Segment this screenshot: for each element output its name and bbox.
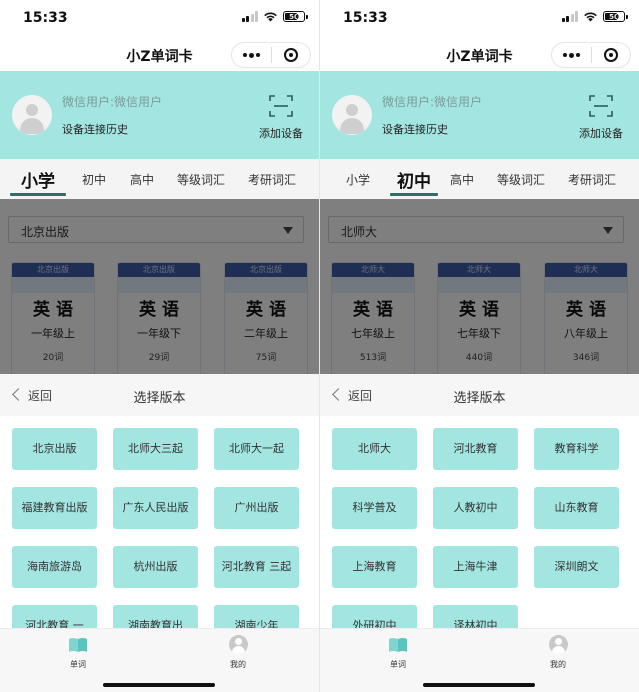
device-history-link[interactable]: 设备连接历史 bbox=[382, 121, 448, 137]
level-tabs: 小学 初中 高中 等级词汇 考研词汇 bbox=[320, 159, 639, 199]
miniprogram-capsule bbox=[231, 42, 311, 68]
edition-option[interactable]: 山东教育 bbox=[534, 487, 619, 529]
user-name: 微信用户:微信用户 bbox=[62, 95, 163, 109]
tab-4[interactable]: 考研词汇 bbox=[558, 159, 626, 199]
edition-option[interactable]: 湖南教育出 bbox=[113, 605, 198, 628]
book-icon bbox=[389, 638, 407, 652]
avatar bbox=[12, 95, 52, 135]
edition-option[interactable]: 杭州出版 bbox=[113, 546, 198, 588]
cellular-signal-icon bbox=[561, 11, 578, 22]
user-icon bbox=[549, 635, 568, 654]
sheet-title: 选择版本 bbox=[453, 391, 506, 406]
user-header: 微信用户:微信用户 设备连接历史 添加设备 bbox=[0, 71, 319, 159]
modal-overlay[interactable] bbox=[0, 199, 319, 374]
bottom-tab-bar: 单词 我的 bbox=[0, 628, 319, 692]
tabbar-me-label: 我的 bbox=[230, 660, 246, 669]
edition-option[interactable]: 北师大三起 bbox=[113, 428, 198, 470]
avatar bbox=[332, 95, 372, 135]
edition-option[interactable]: 海南旅游岛 bbox=[12, 546, 97, 588]
tab-0[interactable]: 小学 bbox=[330, 159, 386, 199]
edition-options: 北京出版 北师大三起 北师大一起福建教育出版 广东人民出版 广州出版海南旅游岛 杭州出版河… bbox=[0, 416, 319, 628]
edition-option[interactable]: 北京出版 bbox=[12, 428, 97, 470]
battery-level: 50 bbox=[609, 12, 619, 21]
book-icon bbox=[69, 638, 87, 652]
edition-option[interactable]: 河北教育 三起 bbox=[214, 546, 299, 588]
sheet-header: 返回 选择版本 bbox=[0, 374, 319, 416]
more-options-icon[interactable] bbox=[232, 43, 271, 67]
edition-option[interactable]: 福建教育出版 bbox=[12, 487, 97, 529]
more-options-icon[interactable] bbox=[552, 43, 591, 67]
edition-option[interactable]: 湖南少年 bbox=[214, 605, 299, 628]
tabbar-me[interactable]: 我的 bbox=[208, 635, 268, 669]
tab-3[interactable]: 等级词汇 bbox=[488, 159, 554, 199]
tabbar-words[interactable]: 单词 bbox=[368, 635, 428, 669]
edition-option[interactable]: 广东人民出版 bbox=[113, 487, 198, 529]
add-device-button[interactable]: 添加设备 bbox=[579, 125, 623, 141]
wifi-icon bbox=[584, 12, 597, 22]
tabbar-words-label: 单词 bbox=[70, 660, 86, 669]
edition-options: 北师大 河北教育 教育科学科学普及 人教初中 山东教育上海教育 上海牛津 深圳朗文外研初中译… bbox=[320, 416, 639, 628]
tab-2[interactable]: 高中 bbox=[120, 159, 164, 199]
cellular-signal-icon bbox=[241, 11, 258, 22]
edition-option[interactable]: 北师大一起 bbox=[214, 428, 299, 470]
tabbar-me[interactable]: 我的 bbox=[528, 635, 588, 669]
battery-icon: 50 bbox=[283, 11, 308, 22]
status-time: 15:33 bbox=[343, 10, 388, 26]
edition-option[interactable]: 河北教育 bbox=[433, 428, 518, 470]
screen-primary-school: 15:33 50 小Z单词卡 微信用户:微信用户 设备连接历史 添加设备 小学 … bbox=[0, 0, 319, 692]
status-icons: 50 bbox=[561, 11, 628, 22]
scan-icon[interactable] bbox=[269, 95, 293, 117]
active-tab-indicator bbox=[390, 193, 438, 196]
edition-option[interactable]: 河北教育 一 bbox=[12, 605, 97, 628]
tabbar-words-label: 单词 bbox=[390, 660, 406, 669]
add-device-button[interactable]: 添加设备 bbox=[259, 125, 303, 141]
status-bar: 15:33 50 bbox=[320, 0, 639, 38]
modal-overlay[interactable] bbox=[320, 199, 639, 374]
home-indicator bbox=[423, 683, 535, 687]
edition-option[interactable]: 外研初中 bbox=[332, 605, 417, 628]
bottom-tab-bar: 单词 我的 bbox=[320, 628, 639, 692]
status-icons: 50 bbox=[241, 11, 308, 22]
tab-3[interactable]: 等级词汇 bbox=[168, 159, 234, 199]
home-indicator bbox=[103, 683, 215, 687]
wifi-icon bbox=[264, 12, 277, 22]
user-icon bbox=[229, 635, 248, 654]
close-miniprogram-icon[interactable] bbox=[592, 43, 630, 67]
scan-icon[interactable] bbox=[589, 95, 613, 117]
edition-option[interactable]: 上海教育 bbox=[332, 546, 417, 588]
screen-junior-school: 15:33 50 小Z单词卡 微信用户:微信用户 设备连接历史 添加设备 小学 … bbox=[320, 0, 639, 692]
edition-option[interactable]: 译林初中 bbox=[433, 605, 518, 628]
nav-bar: 小Z单词卡 bbox=[0, 38, 319, 71]
user-name: 微信用户:微信用户 bbox=[382, 95, 483, 109]
edition-option[interactable]: 教育科学 bbox=[534, 428, 619, 470]
edition-option[interactable]: 上海牛津 bbox=[433, 546, 518, 588]
tab-2[interactable]: 高中 bbox=[440, 159, 484, 199]
edition-option[interactable]: 深圳朗文 bbox=[534, 546, 619, 588]
miniprogram-capsule bbox=[551, 42, 631, 68]
edition-sheet: 返回 选择版本 北师大 河北教育 教育科学科学普及 人教初中 山东教育上海教育 上海牛津深… bbox=[320, 374, 639, 628]
tab-4[interactable]: 考研词汇 bbox=[238, 159, 306, 199]
status-bar: 15:33 50 bbox=[0, 0, 319, 38]
tabbar-words[interactable]: 单词 bbox=[48, 635, 108, 669]
edition-option[interactable]: 广州出版 bbox=[214, 487, 299, 529]
close-miniprogram-icon[interactable] bbox=[272, 43, 310, 67]
tab-1[interactable]: 初中 bbox=[70, 159, 118, 199]
edition-option[interactable]: 人教初中 bbox=[433, 487, 518, 529]
battery-icon: 50 bbox=[603, 11, 628, 22]
active-tab-indicator bbox=[10, 193, 66, 196]
device-history-link[interactable]: 设备连接历史 bbox=[62, 121, 128, 137]
level-tabs: 小学 初中 高中 等级词汇 考研词汇 bbox=[0, 159, 319, 199]
battery-level: 50 bbox=[289, 12, 299, 21]
edition-option[interactable]: 科学普及 bbox=[332, 487, 417, 529]
edition-option[interactable]: 北师大 bbox=[332, 428, 417, 470]
tabbar-me-label: 我的 bbox=[550, 660, 566, 669]
nav-bar: 小Z单词卡 bbox=[320, 38, 639, 71]
sheet-title: 选择版本 bbox=[133, 391, 186, 406]
sheet-header: 返回 选择版本 bbox=[320, 374, 639, 416]
status-time: 15:33 bbox=[23, 10, 68, 26]
edition-sheet: 返回 选择版本 北京出版 北师大三起 北师大一起福建教育出版 广东人民出版 广州出版海南… bbox=[0, 374, 319, 628]
user-header: 微信用户:微信用户 设备连接历史 添加设备 bbox=[320, 71, 639, 159]
